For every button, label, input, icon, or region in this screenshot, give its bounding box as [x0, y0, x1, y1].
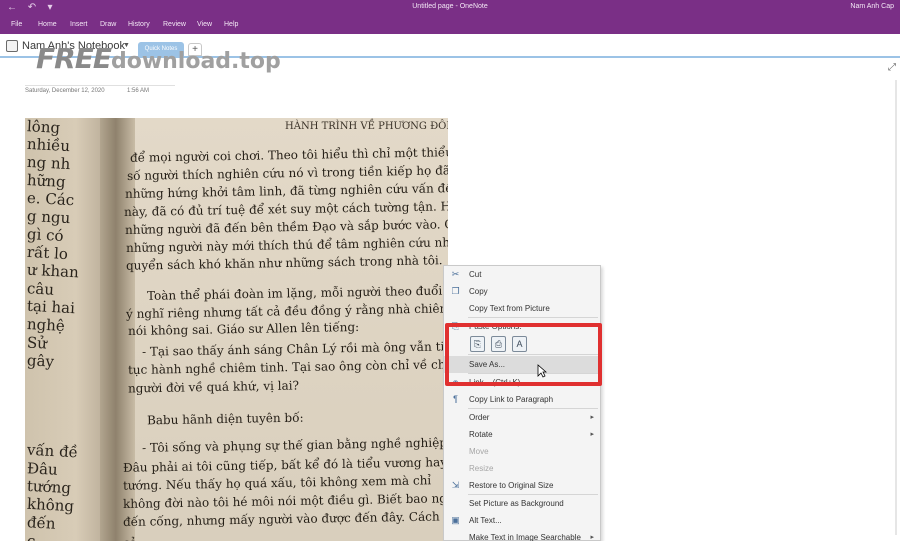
menu-item-label: Alt Text... — [469, 516, 502, 525]
menu-item-label: Resize — [469, 464, 494, 473]
menu-item-label: Cut — [469, 270, 482, 279]
menu-separator — [468, 354, 598, 355]
page-date: Saturday, December 12, 2020 — [25, 88, 105, 94]
menu-separator — [468, 373, 598, 374]
tab-view[interactable]: View — [197, 21, 212, 28]
ribbon-tabs: File Home Insert Draw History Review Vie… — [0, 17, 900, 34]
left-page-line: nhiều — [26, 134, 71, 156]
menu-item-alt-text[interactable]: ▣ Alt Text... — [444, 512, 600, 529]
restore-size-icon: ⇲ — [451, 480, 460, 490]
menu-item-label: Link... (Ctrl+K) — [469, 378, 521, 387]
left-page-line: g ngu — [26, 206, 71, 228]
menu-item-copy-link-to-paragraph[interactable]: ¶ Copy Link to Paragraph — [444, 391, 600, 408]
page-header-text: HÀNH TRÌNH VỀ PHƯƠNG ĐÔNG - — [285, 121, 448, 132]
alt-text-icon: ▣ — [451, 515, 460, 525]
menu-item-rotate[interactable]: Rotate ▸ — [444, 426, 600, 443]
expand-icon[interactable]: ⤢ — [888, 62, 896, 73]
left-page-line: nghệ — [26, 315, 66, 335]
left-page-line: câu — [26, 279, 55, 299]
chevron-right-icon: ▸ — [590, 431, 594, 438]
clipboard-icon: ⎘ — [451, 321, 460, 331]
chevron-right-icon: ▸ — [590, 534, 594, 541]
menu-item-move: Move — [444, 443, 600, 460]
vertical-scrollbar[interactable] — [895, 80, 897, 535]
menu-item-restore-to-original-size[interactable]: ⇲ Restore to Original Size — [444, 477, 600, 494]
menu-item-set-picture-as-background[interactable]: Set Picture as Background — [444, 495, 600, 512]
left-page-line: đến — [26, 513, 56, 533]
link-icon: ⚭ — [451, 377, 460, 387]
keep-text-only-icon[interactable]: A — [512, 336, 527, 352]
right-page-line: người đời về quá khứ, vị lai? — [127, 378, 300, 396]
left-page-line: Sử — [26, 333, 48, 353]
menu-item-make-text-in-image-searchable[interactable]: Make Text in Image Searchable ▸ — [444, 529, 600, 541]
left-page-line: vấn đề — [26, 440, 79, 462]
context-menu: ✂ Cut ❐ Copy Copy Text from Picture ⎘ Paste Op… — [443, 265, 601, 541]
menu-item-label: Copy — [469, 287, 488, 296]
tab-insert[interactable]: Insert — [70, 21, 88, 28]
tab-review[interactable]: Review — [163, 21, 186, 28]
right-page-line: Babu hãnh diện tuyên bố: — [146, 410, 304, 428]
right-page-line: cả — [123, 536, 137, 541]
menu-item-label: Copy Link to Paragraph — [469, 395, 554, 404]
keep-source-formatting-icon[interactable]: ⎘ — [470, 336, 485, 352]
menu-separator — [468, 317, 598, 318]
menu-item-label: Move — [469, 447, 489, 456]
page-time: 1:56 AM — [127, 88, 150, 94]
tab-history[interactable]: History — [128, 21, 150, 28]
menu-item-copy[interactable]: ❐ Copy — [444, 283, 600, 300]
menu-item-order[interactable]: Order ▸ — [444, 409, 600, 426]
menu-item-save-as[interactable]: Save As... — [444, 356, 600, 373]
menu-item-resize: Resize — [444, 460, 600, 477]
tab-home[interactable]: Home — [38, 21, 57, 28]
chevron-right-icon: ▸ — [590, 414, 594, 421]
page-title-line[interactable] — [25, 85, 175, 86]
menu-item-link-ctrl-k[interactable]: ⚭ Link... (Ctrl+K) — [444, 374, 600, 391]
left-page-line: c — [26, 531, 36, 541]
paste-options-row: ⎘ ⎙ A — [444, 336, 600, 354]
watermark-free: FREE — [36, 42, 112, 75]
tab-file[interactable]: File — [11, 21, 22, 28]
menu-item-paste-options[interactable]: ⎘ Paste Options: — [444, 318, 600, 335]
tab-help[interactable]: Help — [224, 21, 238, 28]
left-page-line: gì có — [26, 225, 65, 245]
menu-item-label: Rotate — [469, 430, 493, 439]
left-page-line: không — [26, 494, 75, 516]
menu-item-label: Restore to Original Size — [469, 481, 554, 490]
menu-item-cut[interactable]: ✂ Cut — [444, 266, 600, 283]
mouse-cursor-icon — [537, 364, 547, 378]
left-page-line: e. Các — [26, 188, 75, 210]
user-name[interactable]: Nam Anh Cap — [850, 3, 894, 10]
menu-item-label: Set Picture as Background — [469, 499, 564, 508]
left-page-line: Đâu — [26, 459, 59, 479]
menu-item-label: Save As... — [469, 360, 506, 369]
menu-item-label: Copy Text from Picture — [469, 304, 550, 313]
watermark-download: download.top — [110, 49, 281, 74]
menu-item-label: Order — [469, 413, 490, 422]
title-bar: ← ↶ ▾ Untitled page - OneNote Nam Anh Ca… — [0, 0, 900, 17]
tab-draw[interactable]: Draw — [100, 21, 116, 28]
watermark-logo: FREEdownload.top — [36, 42, 281, 75]
menu-item-label: Paste Options: — [469, 322, 522, 331]
left-page-line: lông — [26, 118, 61, 137]
notebook-icon[interactable] — [6, 40, 18, 52]
left-page-line: hững — [26, 171, 67, 191]
left-page-line: ng nh — [26, 152, 71, 174]
menu-separator — [468, 494, 598, 495]
left-page-line: tại hai — [26, 296, 76, 318]
scissors-icon: ✂ — [451, 269, 460, 279]
copy-icon: ❐ — [451, 286, 460, 296]
window-title: Untitled page - OneNote — [412, 3, 488, 10]
merge-formatting-icon[interactable]: ⎙ — [491, 336, 506, 352]
left-page-line: gây — [26, 351, 55, 371]
left-page-line: ư khan — [26, 260, 80, 282]
book-page-image[interactable]: HÀNH TRÌNH VỀ PHƯƠNG ĐÔNG - 59 lôngnhiều… — [25, 118, 448, 541]
menu-separator — [468, 408, 598, 409]
page-header: HÀNH TRÌNH VỀ PHƯƠNG ĐÔNG - 59 — [285, 118, 448, 132]
menu-item-label: Make Text in Image Searchable — [469, 533, 581, 541]
menu-item-copy-text-from-picture[interactable]: Copy Text from Picture — [444, 300, 600, 317]
link-paragraph-icon: ¶ — [453, 394, 458, 404]
